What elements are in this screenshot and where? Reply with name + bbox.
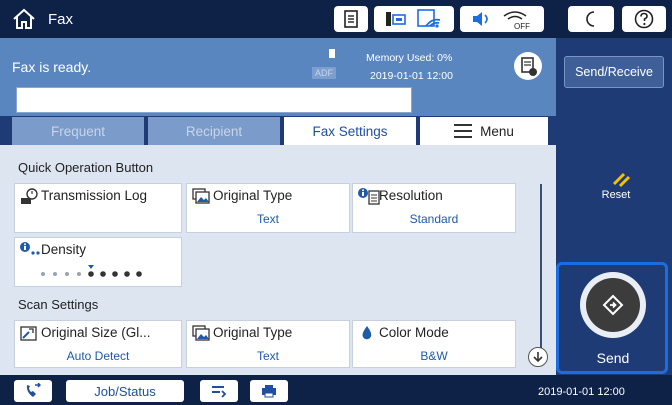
tile-title: Density (41, 242, 87, 257)
tab-frequent[interactable]: Frequent (12, 117, 144, 145)
tab-fax-settings[interactable]: Fax Settings (284, 117, 416, 145)
density-step (124, 271, 130, 277)
help-icon (634, 9, 654, 29)
job-queue-button[interactable] (200, 380, 238, 402)
hamburger-menu-icon (454, 124, 473, 138)
tile-title: Original Type (213, 188, 293, 203)
fax-document-icon (521, 57, 537, 76)
scan-settings-heading: Scan Settings (18, 297, 99, 312)
density-tile[interactable]: Density (14, 237, 182, 287)
printer-status-icon (386, 12, 406, 26)
scan-original-type-tile[interactable]: Original Type Text (186, 320, 350, 368)
wifi-off-icon: OFF (503, 11, 530, 30)
tile-title: Transmission Log (41, 188, 148, 203)
density-step (41, 272, 45, 276)
original-type-tile[interactable]: Original Type Text (186, 183, 350, 233)
start-diamond-icon (602, 294, 624, 316)
tile-value: Text (256, 212, 279, 226)
menu-label: Menu (480, 123, 514, 139)
volume-icon (473, 12, 488, 26)
send-button-inner (586, 278, 640, 332)
image-icon (192, 188, 210, 204)
transmission-log-tile[interactable]: Transmission Log (14, 183, 182, 233)
density-step (77, 272, 81, 276)
sleep-moon-icon (586, 11, 595, 27)
tile-value: Standard (409, 212, 459, 226)
density-scale (41, 265, 142, 277)
job-status-button[interactable]: Job/Status (66, 380, 184, 402)
density-step (112, 271, 118, 277)
send-label: Send (596, 350, 630, 366)
status-datetime: 2019-01-01 12:00 (370, 70, 453, 82)
density-step (136, 271, 142, 277)
reset-button[interactable]: Reset (598, 189, 634, 201)
wifi-icon (417, 9, 441, 28)
job-queue-icon (212, 386, 227, 398)
tile-title: Color Mode (379, 325, 449, 340)
density-step (53, 272, 57, 276)
density-step (100, 271, 106, 277)
network-status-button[interactable] (374, 6, 454, 32)
info-resolution-icon (358, 188, 380, 205)
svg-text:OFF: OFF (514, 22, 530, 30)
tile-title: Resolution (379, 188, 443, 203)
recipient-input[interactable] (16, 87, 412, 113)
clock: 2019-01-01 12:00 (538, 386, 625, 398)
home-icon[interactable] (12, 8, 36, 30)
help-button[interactable] (622, 6, 666, 32)
tile-value: Text (256, 349, 279, 363)
memory-used: Memory Used: 0% (366, 52, 453, 64)
printer-button[interactable] (250, 380, 288, 402)
tile-value: Auto Detect (66, 349, 130, 363)
phone-icon (26, 383, 41, 397)
original-size-tile[interactable]: Original Size (Gl... Auto Detect (14, 320, 182, 368)
scroll-down-button[interactable] (528, 347, 548, 367)
tab-recipient[interactable]: Recipient (148, 117, 280, 145)
fax-status-message: Fax is ready. (12, 59, 92, 75)
density-step (88, 271, 94, 277)
resolution-tile[interactable]: Resolution Standard (352, 183, 516, 233)
image-icon (192, 325, 210, 341)
density-marker (88, 265, 94, 269)
fax-line-button[interactable] (14, 380, 52, 402)
fax-screen: Fax OFF Fax is ready. ADF Memory Used: 0… (0, 0, 672, 405)
document-icon (344, 10, 358, 28)
fax-log-button[interactable] (514, 52, 542, 80)
printer-icon (262, 385, 276, 398)
send-receive-button[interactable]: Send/Receive (564, 56, 664, 88)
tile-title: Original Type (213, 325, 293, 340)
app-title: Fax (48, 11, 74, 28)
document-status-button[interactable] (334, 6, 368, 32)
sound-network-button[interactable]: OFF (460, 6, 544, 32)
tile-value: B&W (420, 349, 448, 363)
color-drop-icon (362, 326, 372, 340)
scrollbar[interactable] (540, 184, 542, 350)
quick-operation-heading: Quick Operation Button (18, 160, 154, 175)
arrow-down-icon (533, 352, 543, 363)
tab-menu[interactable]: Menu (420, 117, 548, 145)
transmission-log-icon (21, 188, 38, 204)
sleep-button[interactable] (568, 6, 614, 32)
tile-title: Original Size (Gl... (41, 325, 151, 340)
send-button[interactable] (580, 272, 646, 338)
color-mode-tile[interactable]: Color Mode B&W (352, 320, 516, 368)
adf-label: ADF (312, 67, 336, 79)
original-size-icon (20, 326, 37, 341)
density-step (65, 272, 69, 276)
